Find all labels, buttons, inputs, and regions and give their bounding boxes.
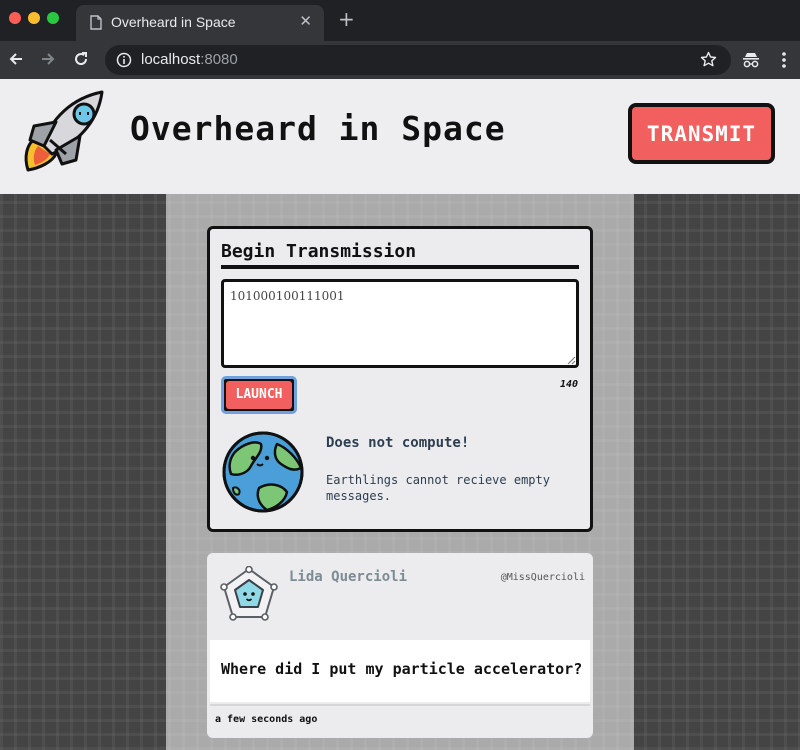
error-message: Earthlings cannot recieve empty messages…: [326, 473, 550, 503]
reload-icon[interactable]: [73, 51, 89, 67]
compose-card: Begin Transmission 101000100111001 LAUNC…: [207, 226, 593, 532]
url-host: localhost: [141, 51, 201, 68]
post-divider: [210, 704, 590, 706]
tab-title: Overheard in Space: [111, 14, 236, 30]
site-title: Overheard in Space: [130, 109, 506, 148]
close-icon[interactable]: ✕: [299, 12, 312, 30]
window-maximize-button[interactable]: [47, 12, 59, 24]
error-title: Does not compute!: [326, 435, 470, 451]
rocket-logo-icon: [24, 90, 104, 172]
post-author-name[interactable]: Lida Quercioli: [289, 569, 407, 585]
earth-icon: [222, 431, 304, 513]
page-viewport: Overheard in Space TRANSMIT Begin Transm…: [0, 79, 800, 750]
message-input[interactable]: 101000100111001: [221, 279, 579, 368]
document-icon: [90, 15, 102, 30]
post-text: Where did I put my particle accelerator?: [221, 660, 583, 678]
resize-handle-icon[interactable]: [567, 356, 576, 365]
launch-label: LAUNCH: [226, 381, 292, 409]
transmit-button[interactable]: TRANSMIT: [628, 103, 775, 164]
forward-arrow-icon[interactable]: [40, 51, 56, 67]
browser-tab-bar: Overheard in Space ✕ +: [0, 0, 800, 41]
character-counter: 140: [559, 379, 578, 390]
alien-avatar-icon: [220, 566, 278, 621]
window-minimize-button[interactable]: [28, 12, 40, 24]
post-body: Where did I put my particle accelerator?: [210, 640, 590, 702]
site-header: Overheard in Space TRANSMIT: [0, 79, 800, 194]
title-underline: [221, 265, 579, 269]
post-card: Lida Quercioli @MissQuercioli Where did …: [207, 553, 593, 738]
address-bar[interactable]: localhost:8080: [105, 45, 731, 75]
launch-button[interactable]: LAUNCH: [221, 376, 297, 414]
window-close-button[interactable]: [9, 12, 21, 24]
kebab-menu-icon[interactable]: [781, 51, 787, 69]
info-icon[interactable]: [116, 52, 132, 68]
compose-title: Begin Transmission: [221, 241, 417, 262]
star-icon[interactable]: [700, 51, 717, 68]
browser-toolbar: localhost:8080: [0, 41, 800, 79]
url-port: :8080: [200, 51, 238, 68]
post-timestamp: a few seconds ago: [215, 714, 318, 725]
url-text: localhost:8080: [141, 51, 238, 68]
back-arrow-icon[interactable]: [8, 51, 24, 67]
incognito-icon[interactable]: [742, 51, 760, 69]
post-author-handle[interactable]: @MissQuercioli: [407, 572, 585, 583]
plus-icon[interactable]: +: [338, 9, 355, 29]
browser-tab[interactable]: Overheard in Space ✕: [76, 5, 324, 41]
